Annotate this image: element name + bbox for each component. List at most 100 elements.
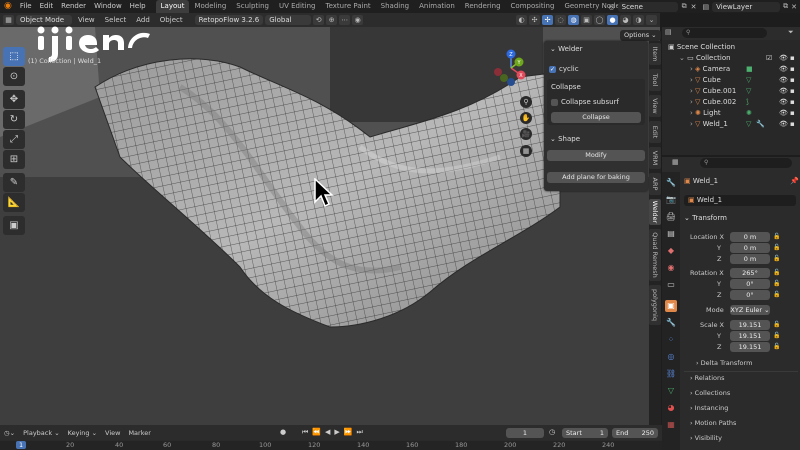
xray-icon[interactable]: ▣ — [581, 15, 592, 25]
properties-type-icon[interactable]: ▦ — [672, 158, 679, 166]
outliner-row-collection[interactable]: ⌄ ▭ Collection ☑ 👁 ▪ — [662, 53, 800, 64]
playhead-frame[interactable]: 1 — [16, 441, 27, 449]
scale-y-field[interactable]: 19.151 — [730, 331, 770, 341]
gizmo-toggle-icon[interactable]: ✢ — [542, 15, 553, 25]
measure-icon[interactable]: 📐 — [3, 193, 25, 212]
outliner-search[interactable]: ⚲ — [682, 28, 767, 38]
eye-icon[interactable]: 👁 — [779, 86, 788, 97]
tab-texture-paint[interactable]: Texture Paint — [321, 0, 376, 13]
tab-edit[interactable]: Edit — [649, 121, 661, 143]
lock-icon[interactable]: 🔓 — [773, 332, 780, 339]
move-icon[interactable]: ✥ — [3, 90, 25, 109]
collapse-subsurf-checkbox[interactable] — [551, 98, 558, 106]
eye-icon[interactable]: 👁 — [779, 75, 788, 86]
output-tab-icon[interactable]: 🖨 — [665, 211, 677, 223]
physics-tab-icon[interactable]: ◎ — [665, 351, 677, 363]
eye-icon[interactable]: 👁 — [779, 64, 788, 75]
orientation-selector[interactable]: Global — [265, 15, 312, 25]
rotation-mode-select[interactable]: XYZ Euler ⌄ — [730, 305, 770, 315]
rotation-z-field[interactable]: 0° — [730, 290, 770, 300]
menu-object[interactable]: Object — [156, 13, 187, 27]
tab-welder[interactable]: Welder — [649, 199, 661, 225]
expand-icon[interactable]: › — [690, 87, 693, 95]
blender-logo-icon[interactable]: ◉ — [0, 0, 16, 13]
cyclic-checkbox[interactable]: ✓ — [549, 65, 556, 73]
collapse-subsurf-row[interactable]: Collapse subsurf — [551, 98, 655, 106]
eye-icon[interactable]: 👁 — [779, 108, 788, 119]
expand-icon[interactable]: › — [690, 65, 693, 73]
delta-transform-header[interactable]: › Delta Transform — [696, 359, 752, 367]
tab-item[interactable]: Item — [649, 43, 661, 65]
close-icon[interactable]: ✕ — [691, 3, 697, 11]
camera-render-icon[interactable]: ▪ — [790, 119, 795, 130]
tab-polygoniq[interactable]: polygoniq — [649, 285, 661, 325]
transform-header[interactable]: ⌄ Transform — [684, 214, 800, 222]
collection-tab-icon[interactable]: ▭ — [665, 279, 677, 291]
eye-icon[interactable]: 👁 — [779, 97, 788, 108]
filter-icon[interactable]: ⏷ — [788, 28, 794, 37]
start-frame-field[interactable]: Start 1 — [562, 428, 608, 438]
retopoflow-button[interactable]: RetopoFlow 3.2.6 — [194, 15, 264, 25]
tab-rendering[interactable]: Rendering — [460, 0, 506, 13]
outliner-row-camera[interactable]: › ◈ Camera ■ 👁 ▪ — [662, 64, 800, 75]
eye-icon[interactable]: 👁 — [779, 53, 788, 64]
outliner-row-light[interactable]: › ✺ Light ✺ 👁 ▪ — [662, 108, 800, 119]
tab-vrm[interactable]: VRM — [649, 147, 661, 169]
close-view-layer-icon[interactable]: ✕ — [791, 3, 797, 11]
tab-tool[interactable]: Tool — [649, 69, 661, 91]
menu-window[interactable]: Window — [90, 0, 126, 13]
lock-icon[interactable]: 🔓 — [773, 343, 780, 350]
cursor-icon[interactable]: ⊙ — [3, 67, 25, 86]
cyclic-row[interactable]: ✓ cyclic — [549, 65, 653, 73]
scene-selector[interactable]: Scene — [617, 1, 678, 12]
editor-type-icon[interactable]: ▦ — [3, 15, 14, 25]
menu-view-timeline[interactable]: View — [101, 429, 124, 437]
annotate-icon[interactable]: ✎ — [3, 173, 25, 192]
menu-edit[interactable]: Edit — [36, 0, 58, 13]
overlay-toggle-icon[interactable]: ◍ — [568, 15, 579, 25]
expand-icon[interactable]: › — [690, 120, 693, 128]
rotate-icon[interactable]: ↻ — [3, 110, 25, 129]
tab-modeling[interactable]: Modeling — [189, 0, 231, 13]
menu-render[interactable]: Render — [57, 0, 90, 13]
camera-render-icon[interactable]: ▪ — [790, 75, 795, 86]
shape-header[interactable]: ⌄ Shape — [550, 135, 654, 143]
pivot-icon[interactable]: ⟲ — [313, 15, 325, 25]
tab-layout[interactable]: Layout — [155, 0, 190, 13]
options-dropdown[interactable]: Options ⌄ — [620, 30, 661, 41]
tab-view[interactable]: View — [649, 95, 661, 117]
select-box-icon[interactable]: ⬚ — [3, 47, 25, 66]
outliner-row-weld-1[interactable]: › ▽ Weld_1 ▽ 🔧 👁 ▪ — [662, 119, 800, 130]
overlay-icon[interactable]: ◌ — [555, 15, 566, 25]
scale-x-field[interactable]: 19.151 — [730, 320, 770, 330]
outliner-row-cube[interactable]: › ▽ Cube ▽ 👁 ▪ — [662, 75, 800, 86]
location-x-field[interactable]: 0 m — [730, 232, 770, 242]
particles-tab-icon[interactable]: ⁘ — [665, 334, 677, 346]
pin-icon[interactable]: 📌 — [790, 177, 799, 185]
eye-icon[interactable]: 👁 — [779, 119, 788, 130]
welder-header[interactable]: ⌄ Welder — [550, 45, 654, 53]
lock-icon[interactable]: 🔓 — [773, 269, 780, 276]
lock-icon[interactable]: 🔓 — [773, 321, 780, 328]
lock-icon[interactable]: 🔓 — [773, 244, 780, 251]
snap-icon[interactable]: ⊕ — [326, 15, 338, 25]
shading-options-icon[interactable]: ⌄ — [646, 15, 657, 25]
scene-tab-icon[interactable]: ◆ — [665, 245, 677, 257]
menu-file[interactable]: File — [16, 0, 36, 13]
motion-paths-section[interactable]: › Motion Paths — [690, 419, 736, 427]
material-tab-icon[interactable]: ◕ — [665, 402, 677, 414]
play-reverse-icon[interactable]: ◀ — [325, 428, 330, 437]
scale-icon[interactable]: ⤢ — [3, 130, 25, 149]
tab-sculpting[interactable]: Sculpting — [231, 0, 274, 13]
scene-collection-row[interactable]: ▣ Scene Collection — [662, 42, 800, 53]
outliner-row-cube-002[interactable]: › ▽ Cube.002 ⟆ 👁 ▪ — [662, 97, 800, 108]
object-name-field[interactable]: ▣ Weld_1 — [684, 195, 796, 206]
play-icon[interactable]: ▶ — [334, 428, 339, 437]
zoom-icon[interactable]: ⚲ — [520, 96, 532, 108]
collapse-button[interactable]: Collapse — [551, 112, 641, 123]
location-y-field[interactable]: 0 m — [730, 243, 770, 253]
menu-keying[interactable]: Keying ⌄ — [64, 429, 101, 437]
wireframe-shading-icon[interactable]: ◯ — [594, 15, 605, 25]
constraints-tab-icon[interactable]: ⛓ — [665, 368, 677, 380]
lock-icon[interactable]: 🔓 — [773, 291, 780, 298]
